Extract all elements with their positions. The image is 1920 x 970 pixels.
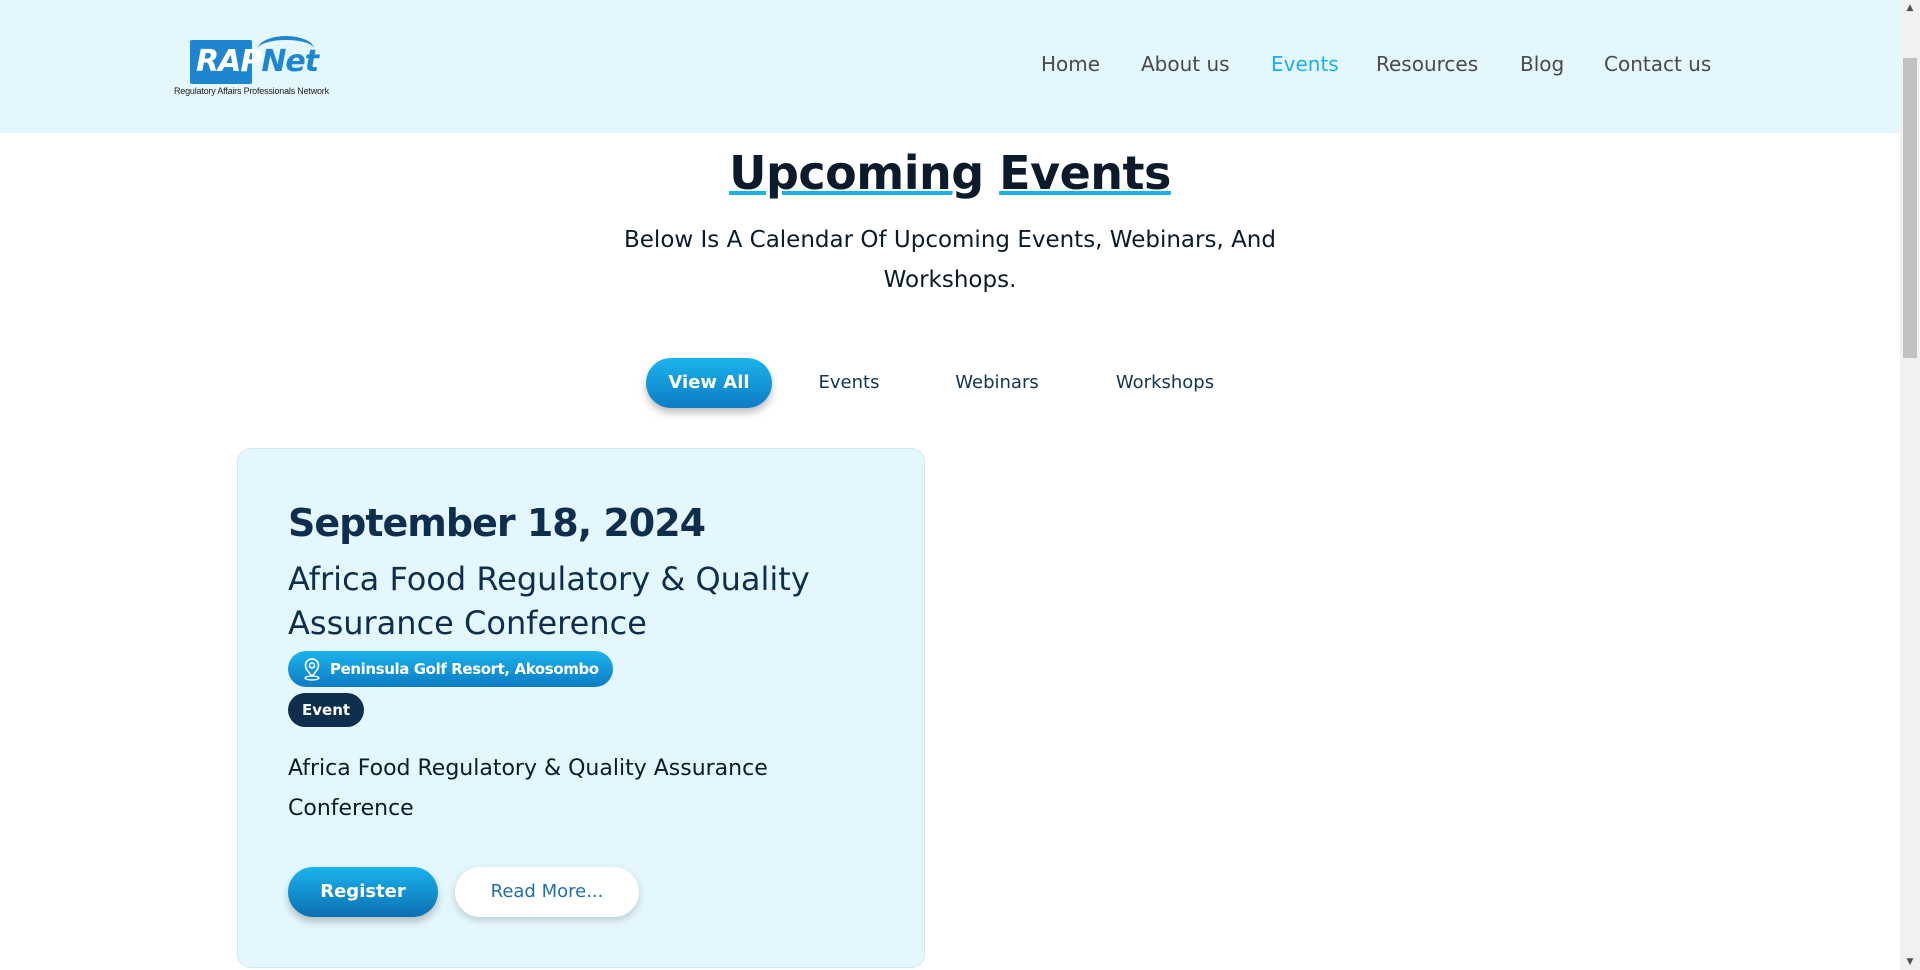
event-card: September 18, 2024 Africa Food Regulator… [237, 448, 925, 968]
logo-tagline: Regulatory Affairs Professionals Network [174, 86, 329, 96]
event-date: September 18, 2024 [288, 501, 706, 545]
nav-events[interactable]: Events [1271, 52, 1339, 76]
tab-events[interactable]: Events [800, 358, 898, 408]
read-more-button[interactable]: Read More... [455, 867, 639, 917]
scroll-thumb[interactable] [1903, 58, 1917, 358]
nav-resources[interactable]: Resources [1376, 52, 1478, 76]
logo-text-rap: RAP [196, 44, 262, 79]
page-subtitle: Below Is A Calendar Of Upcoming Events, … [624, 227, 1276, 293]
scroll-up-arrow-icon[interactable]: ▲ [1900, 0, 1920, 16]
register-button[interactable]: Register [288, 867, 438, 917]
page-title: Upcoming Events [0, 146, 1900, 200]
event-title: Africa Food Regulatory & Quality Assuran… [288, 560, 810, 642]
logo-text-net: Net [261, 44, 319, 79]
page-scrollbar[interactable]: ▲ ▼ [1900, 0, 1920, 970]
scroll-down-arrow-icon[interactable]: ▼ [1900, 954, 1920, 970]
nav-contact-us[interactable]: Contact us [1604, 52, 1711, 76]
rapnet-logo[interactable]: RAPNet Regulatory Affairs Professionals … [172, 36, 332, 100]
tab-webinars[interactable]: Webinars [940, 358, 1054, 408]
tab-workshops[interactable]: Workshops [1100, 358, 1230, 408]
event-location-badge: Peninsula Golf Resort, Akosombo [288, 651, 613, 687]
nav-about-us[interactable]: About us [1141, 52, 1230, 76]
site-header: RAPNet Regulatory Affairs Professionals … [0, 0, 1900, 133]
event-description: Africa Food Regulatory & Quality Assuran… [288, 756, 768, 821]
nav-blog[interactable]: Blog [1520, 52, 1564, 76]
page-title-word-1: Upcoming [729, 146, 984, 200]
page-title-word-2: Events [999, 146, 1171, 200]
logo-wordmark: RAPNet [196, 42, 319, 82]
event-type-badge: Event [288, 693, 365, 727]
location-pin-icon [304, 658, 320, 681]
nav-home[interactable]: Home [1041, 52, 1100, 76]
event-location: Peninsula Golf Resort, Akosombo [330, 660, 599, 678]
tab-view-all[interactable]: View All [646, 358, 772, 408]
